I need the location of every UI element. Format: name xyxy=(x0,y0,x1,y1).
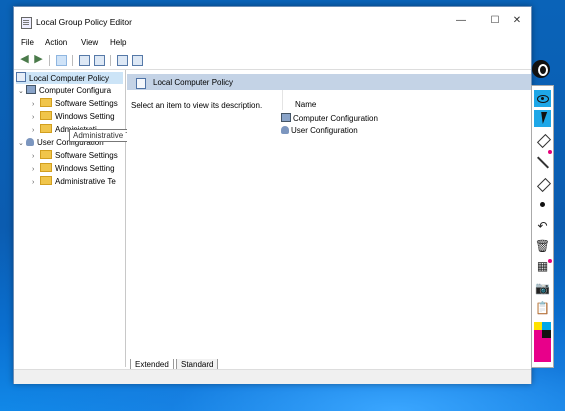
show-hide-tree-icon[interactable] xyxy=(56,55,67,66)
tree-item-local-computer-policy[interactable]: Local Computer Policy xyxy=(16,72,123,84)
menu-action[interactable]: Action xyxy=(45,38,67,47)
list-item-label: User Configuration xyxy=(291,126,358,135)
tree-item-label: Windows Setting xyxy=(55,112,115,121)
chevron-right-icon[interactable]: › xyxy=(32,177,40,189)
list-item-user-configuration[interactable]: User Configuration xyxy=(281,126,358,135)
list-item-computer-configuration[interactable]: Computer Configuration xyxy=(281,113,378,123)
details-pane: Local Computer Policy Select an item to … xyxy=(127,70,531,367)
chevron-right-icon[interactable]: › xyxy=(32,99,40,111)
folder-icon xyxy=(40,98,52,107)
gpedit-app-icon xyxy=(21,17,32,29)
tree-item-label: Administrative Te xyxy=(55,177,116,186)
filter-icon[interactable] xyxy=(132,55,143,66)
chevron-right-icon[interactable]: › xyxy=(32,151,40,163)
color-blue[interactable] xyxy=(542,322,551,330)
status-bar xyxy=(14,369,531,384)
toolbar-separator xyxy=(49,55,50,66)
chevron-right-icon[interactable]: › xyxy=(32,112,40,124)
taskbar-area xyxy=(0,386,565,411)
chevron-right-icon[interactable]: › xyxy=(32,125,40,137)
column-header-name[interactable]: Name xyxy=(295,100,316,109)
tree-item-cc-software-settings[interactable]: › Software Settings xyxy=(32,98,118,110)
properties-icon[interactable] xyxy=(79,55,90,66)
highlighter-icon[interactable] xyxy=(534,132,551,149)
undo-icon[interactable]: ↶ xyxy=(534,218,551,235)
folder-icon xyxy=(40,111,52,120)
description-text: Select an item to view its description. xyxy=(131,101,263,110)
tree-item-uc-administrative-templates[interactable]: › Administrative Te xyxy=(32,176,116,188)
title-bar: Local Group Policy Editor — ☐ ✕ xyxy=(14,7,531,34)
toolbar: ◀ ▶ xyxy=(14,51,531,70)
cursor-icon[interactable] xyxy=(534,110,551,127)
color-yellow[interactable] xyxy=(534,322,542,330)
folder-icon xyxy=(40,124,52,133)
computer-icon xyxy=(26,85,36,94)
toolbar-separator xyxy=(72,55,73,66)
forward-arrow-icon[interactable]: ▶ xyxy=(33,54,44,65)
computer-icon xyxy=(281,113,291,122)
tree-item-uc-windows-settings[interactable]: › Windows Setting xyxy=(32,163,115,175)
tree-item-uc-software-settings[interactable]: › Software Settings xyxy=(32,150,118,162)
clipboard-icon[interactable]: 📋 xyxy=(534,300,551,317)
tree-item-cc-windows-settings[interactable]: › Windows Setting xyxy=(32,111,115,123)
trash-icon[interactable]: 🗑 xyxy=(534,238,551,255)
eye-icon[interactable] xyxy=(534,90,551,107)
chevron-right-icon[interactable]: › xyxy=(32,164,40,176)
column-divider xyxy=(282,90,283,110)
color-black[interactable] xyxy=(542,330,551,338)
tree-item-label: Windows Setting xyxy=(55,164,115,173)
minimize-button[interactable]: — xyxy=(447,13,475,29)
tree-pane: Local Computer Policy ⌄ Computer Configur… xyxy=(14,70,126,367)
color-palette[interactable] xyxy=(534,322,551,362)
folder-icon xyxy=(40,163,52,172)
tree-item-label: Local Computer Policy xyxy=(29,74,110,83)
tree-item-label: Software Settings xyxy=(55,99,118,108)
policy-icon xyxy=(16,72,26,82)
tree-item-computer-configuration[interactable]: ⌄ Computer Configura xyxy=(18,85,111,97)
toolbar-separator xyxy=(110,55,111,66)
close-button[interactable]: ✕ xyxy=(503,13,531,29)
camera-icon[interactable]: 📷 xyxy=(534,280,551,297)
menu-bar: File Action View Help xyxy=(14,36,531,50)
user-icon xyxy=(281,126,289,134)
details-header: Local Computer Policy xyxy=(127,74,531,90)
color-dot-indicator xyxy=(548,259,552,263)
details-header-title: Local Computer Policy xyxy=(153,78,234,87)
annotation-toolbar: ↶ 🗑 ▦ 📷 📋 xyxy=(531,85,554,368)
menu-help[interactable]: Help xyxy=(110,38,126,47)
folder-icon xyxy=(40,150,52,159)
chevron-down-icon[interactable]: ⌄ xyxy=(18,138,26,150)
gpedit-window: Local Group Policy Editor — ☐ ✕ File Act… xyxy=(13,6,532,384)
menu-view[interactable]: View xyxy=(81,38,98,47)
chevron-down-icon[interactable]: ⌄ xyxy=(18,86,26,98)
window-title: Local Group Policy Editor xyxy=(36,17,132,27)
tree-item-label: Computer Configura xyxy=(39,86,112,95)
tree-item-label: Software Settings xyxy=(55,151,118,160)
eraser-icon[interactable] xyxy=(534,176,551,193)
brush-size-icon[interactable] xyxy=(534,196,551,213)
folder-icon xyxy=(40,176,52,185)
list-item-label: Computer Configuration xyxy=(293,114,378,123)
back-arrow-icon[interactable]: ◀ xyxy=(19,54,30,65)
policy-icon xyxy=(136,78,146,89)
help-icon[interactable] xyxy=(117,55,128,66)
pen-toolbar-grip-icon[interactable] xyxy=(532,60,550,78)
menu-file[interactable]: File xyxy=(21,38,34,47)
export-list-icon[interactable] xyxy=(94,55,105,66)
user-icon xyxy=(26,138,34,146)
pen-icon[interactable] xyxy=(534,154,551,171)
